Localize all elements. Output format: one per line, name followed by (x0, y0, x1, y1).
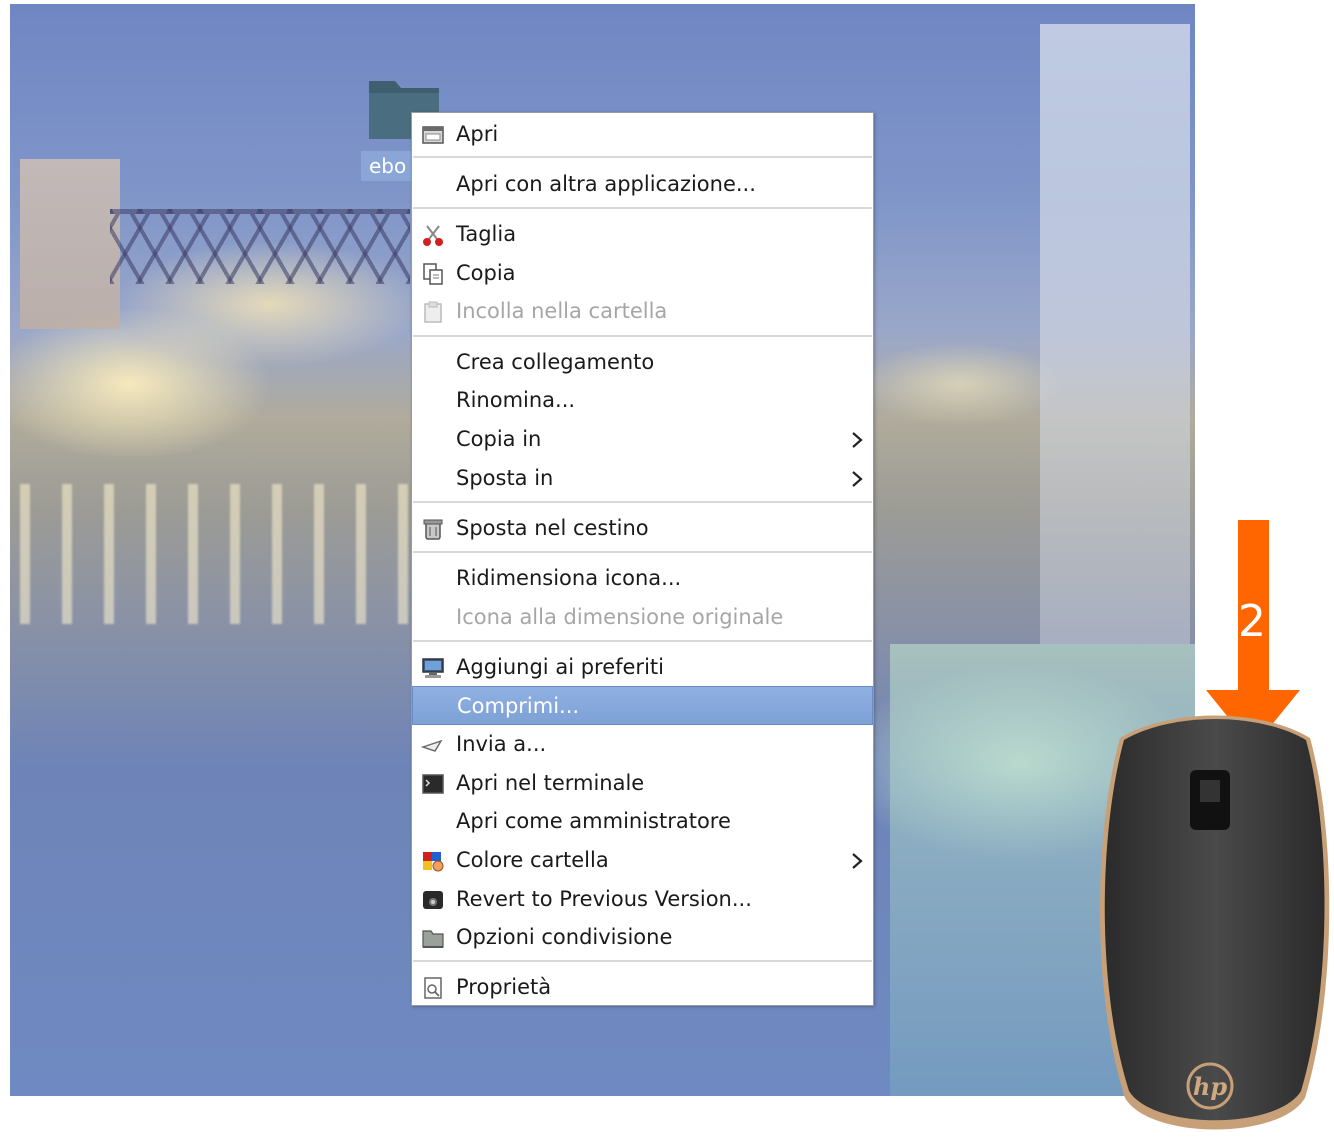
chevron-right-icon (852, 432, 863, 448)
menu-item-apri[interactable]: Apri (412, 115, 873, 154)
paste-icon (424, 301, 442, 323)
svg-text:hp: hp (1193, 1072, 1227, 1101)
camera-icon (423, 891, 443, 909)
menu-item-label: Apri come amministratore (456, 809, 731, 833)
menu-item-label: Crea collegamento (456, 350, 655, 374)
menu-item-label: Colore cartella (456, 848, 609, 872)
wallpaper-tower (1040, 24, 1190, 644)
mouse-icon: hp (1100, 715, 1330, 1130)
chevron-right-icon (852, 471, 863, 487)
context-menu: Apri Apri con altra applicazione... Tagl… (411, 112, 874, 1006)
scissors-icon (423, 225, 443, 246)
menu-item-proprieta[interactable]: Proprietà (412, 968, 873, 1007)
menu-item-label: Copia in (456, 427, 542, 451)
menu-item-label: Invia a... (456, 732, 547, 756)
menu-item-comprimi[interactable]: Comprimi... (412, 686, 873, 725)
share-folder-icon (422, 930, 444, 948)
menu-item-colore-cartella[interactable]: Colore cartella (412, 841, 873, 880)
menu-separator (413, 207, 872, 209)
menu-item-condivisione[interactable]: Opzioni condivisione (412, 918, 873, 957)
terminal-icon (422, 774, 444, 794)
menu-item-label: Apri nel terminale (456, 771, 645, 795)
computer-icon (422, 658, 444, 678)
send-icon (421, 739, 443, 752)
menu-item-label: Rinomina... (456, 388, 576, 412)
menu-separator (413, 960, 872, 962)
color-palette-icon (423, 852, 444, 872)
menu-item-label: Sposta in (456, 466, 554, 490)
menu-item-copia-in[interactable]: Copia in (412, 420, 873, 459)
folder-label[interactable]: ebo (361, 151, 417, 181)
menu-item-cestino[interactable]: Sposta nel cestino (412, 509, 873, 548)
menu-item-sposta-in[interactable]: Sposta in (412, 459, 873, 498)
menu-item-amministratore[interactable]: Apri come amministratore (412, 802, 873, 841)
menu-item-label: Sposta nel cestino (456, 516, 649, 540)
menu-item-dimensione-originale: Icona alla dimensione originale (412, 598, 873, 637)
menu-item-incolla: Incolla nella cartella (412, 292, 873, 331)
menu-separator (413, 551, 872, 553)
menu-item-crea-collegamento[interactable]: Crea collegamento (412, 343, 873, 382)
menu-item-label: Taglia (456, 222, 517, 246)
menu-item-label: Apri con altra applicazione... (456, 172, 756, 196)
menu-item-label: Opzioni condivisione (456, 925, 673, 949)
menu-item-taglia[interactable]: Taglia (412, 215, 873, 254)
menu-separator (413, 640, 872, 642)
menu-item-apri-con[interactable]: Apri con altra applicazione... (412, 165, 873, 204)
menu-item-ridimensiona[interactable]: Ridimensiona icona... (412, 559, 873, 598)
menu-item-label: Icona alla dimensione originale (456, 605, 784, 629)
menu-separator (413, 501, 872, 503)
open-window-icon (422, 126, 444, 144)
wallpaper-reflections (20, 484, 420, 624)
menu-item-label: Apri (456, 122, 499, 146)
menu-item-invia[interactable]: Invia a... (412, 725, 873, 764)
menu-item-preferiti[interactable]: Aggiungi ai preferiti (412, 648, 873, 687)
step-number: 2 (1238, 596, 1266, 647)
trash-icon (423, 519, 443, 540)
menu-item-label: Copia (456, 261, 516, 285)
menu-item-rinomina[interactable]: Rinomina... (412, 381, 873, 420)
menu-item-label: Incolla nella cartella (456, 299, 668, 323)
chevron-right-icon (852, 853, 863, 869)
menu-item-label: Proprietà (456, 975, 552, 999)
wallpaper-building (20, 159, 120, 329)
menu-item-copia[interactable]: Copia (412, 254, 873, 293)
menu-item-label: Comprimi... (457, 694, 580, 718)
wallpaper-bridge (110, 209, 410, 284)
menu-separator (413, 335, 872, 337)
menu-separator (413, 156, 872, 158)
copy-icon (423, 263, 443, 285)
menu-item-label: Ridimensiona icona... (456, 566, 682, 590)
menu-item-revert[interactable]: Revert to Previous Version... (412, 880, 873, 919)
properties-icon (424, 977, 442, 999)
menu-item-label: Aggiungi ai preferiti (456, 655, 664, 679)
menu-item-label: Revert to Previous Version... (456, 887, 752, 911)
menu-item-terminale[interactable]: Apri nel terminale (412, 764, 873, 803)
